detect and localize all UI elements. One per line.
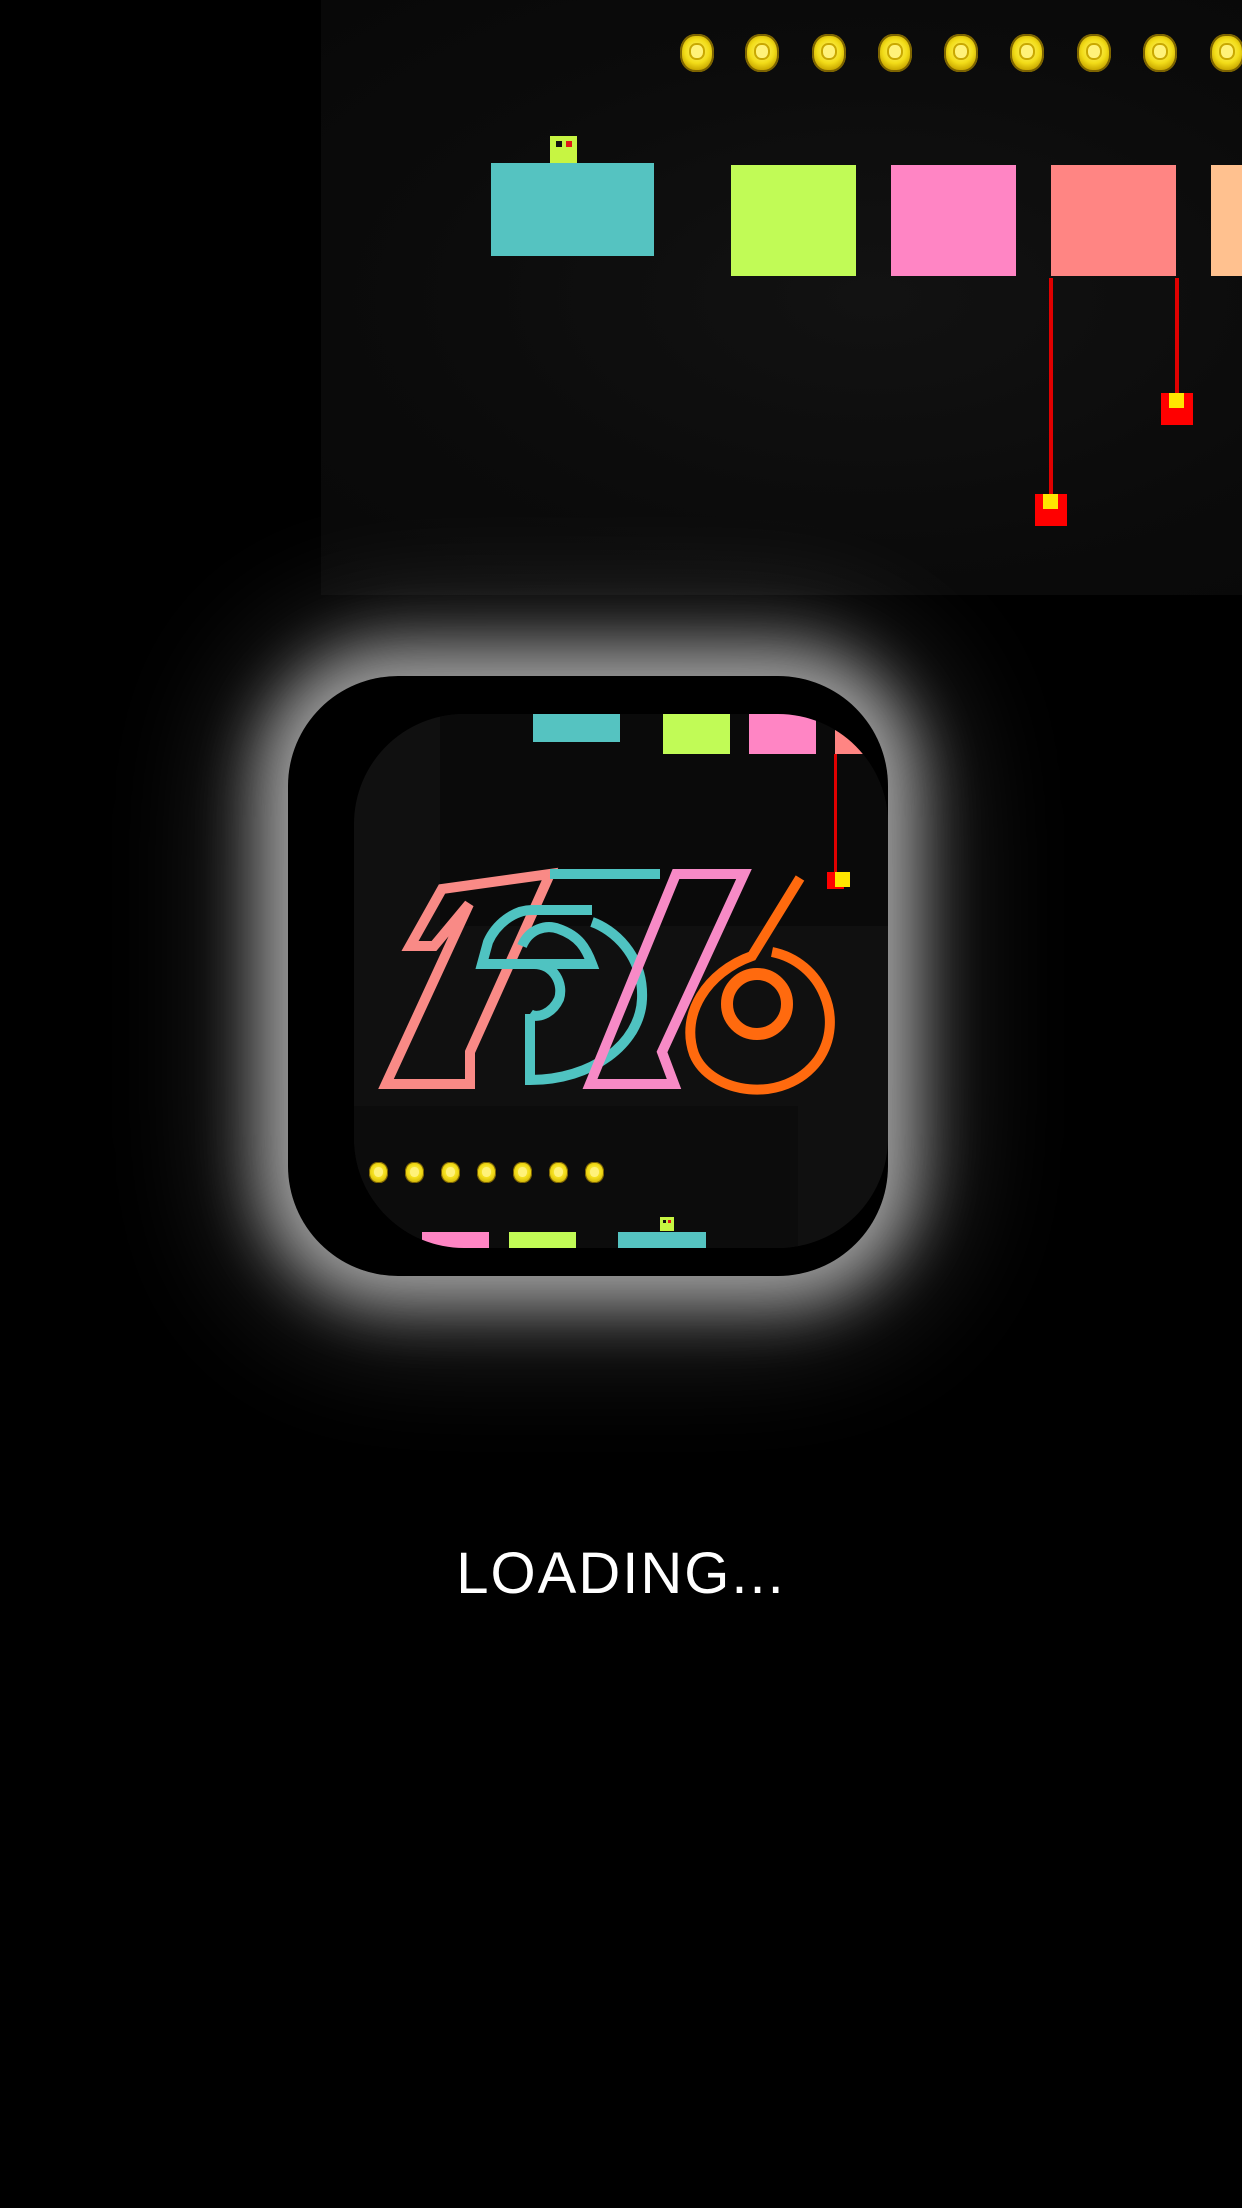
coin-icon bbox=[745, 34, 779, 72]
lime-block bbox=[509, 1232, 576, 1248]
coin-icon bbox=[1210, 34, 1242, 72]
teal-block bbox=[491, 163, 654, 256]
coin-icon bbox=[477, 1162, 496, 1183]
coin-icon bbox=[1143, 34, 1177, 72]
coin-icon bbox=[585, 1162, 604, 1183]
pink-block bbox=[422, 1232, 489, 1248]
hazard-rope bbox=[1175, 278, 1179, 396]
coin-icon bbox=[812, 34, 846, 72]
hanging-weight-icon bbox=[1035, 494, 1067, 526]
coin-icon bbox=[1077, 34, 1111, 72]
salmon-block bbox=[1051, 165, 1176, 276]
coin-icon bbox=[513, 1162, 532, 1183]
game-preview bbox=[321, 0, 1242, 595]
peach-block bbox=[1211, 165, 1242, 276]
app-icon bbox=[354, 714, 888, 1248]
loading-label: LOADING... bbox=[456, 1541, 786, 1606]
coin-icon bbox=[680, 34, 714, 72]
app-logo bbox=[378, 867, 835, 1095]
player-icon bbox=[550, 136, 577, 163]
hanging-weight-icon bbox=[1161, 393, 1193, 425]
coin-icon bbox=[369, 1162, 388, 1183]
coin-icon bbox=[549, 1162, 568, 1183]
pink-block bbox=[891, 165, 1016, 276]
coin-icon bbox=[405, 1162, 424, 1183]
logo-digit-6-inner bbox=[721, 968, 793, 1040]
hazard-rope bbox=[1049, 278, 1053, 498]
teal-block bbox=[618, 1232, 706, 1248]
player-icon bbox=[660, 1217, 674, 1231]
lime-block bbox=[731, 165, 856, 276]
coin-icon bbox=[441, 1162, 460, 1183]
logo-digit-6 bbox=[685, 875, 835, 1095]
coin-icon bbox=[878, 34, 912, 72]
coin-icon bbox=[1010, 34, 1044, 72]
coin-icon bbox=[944, 34, 978, 72]
